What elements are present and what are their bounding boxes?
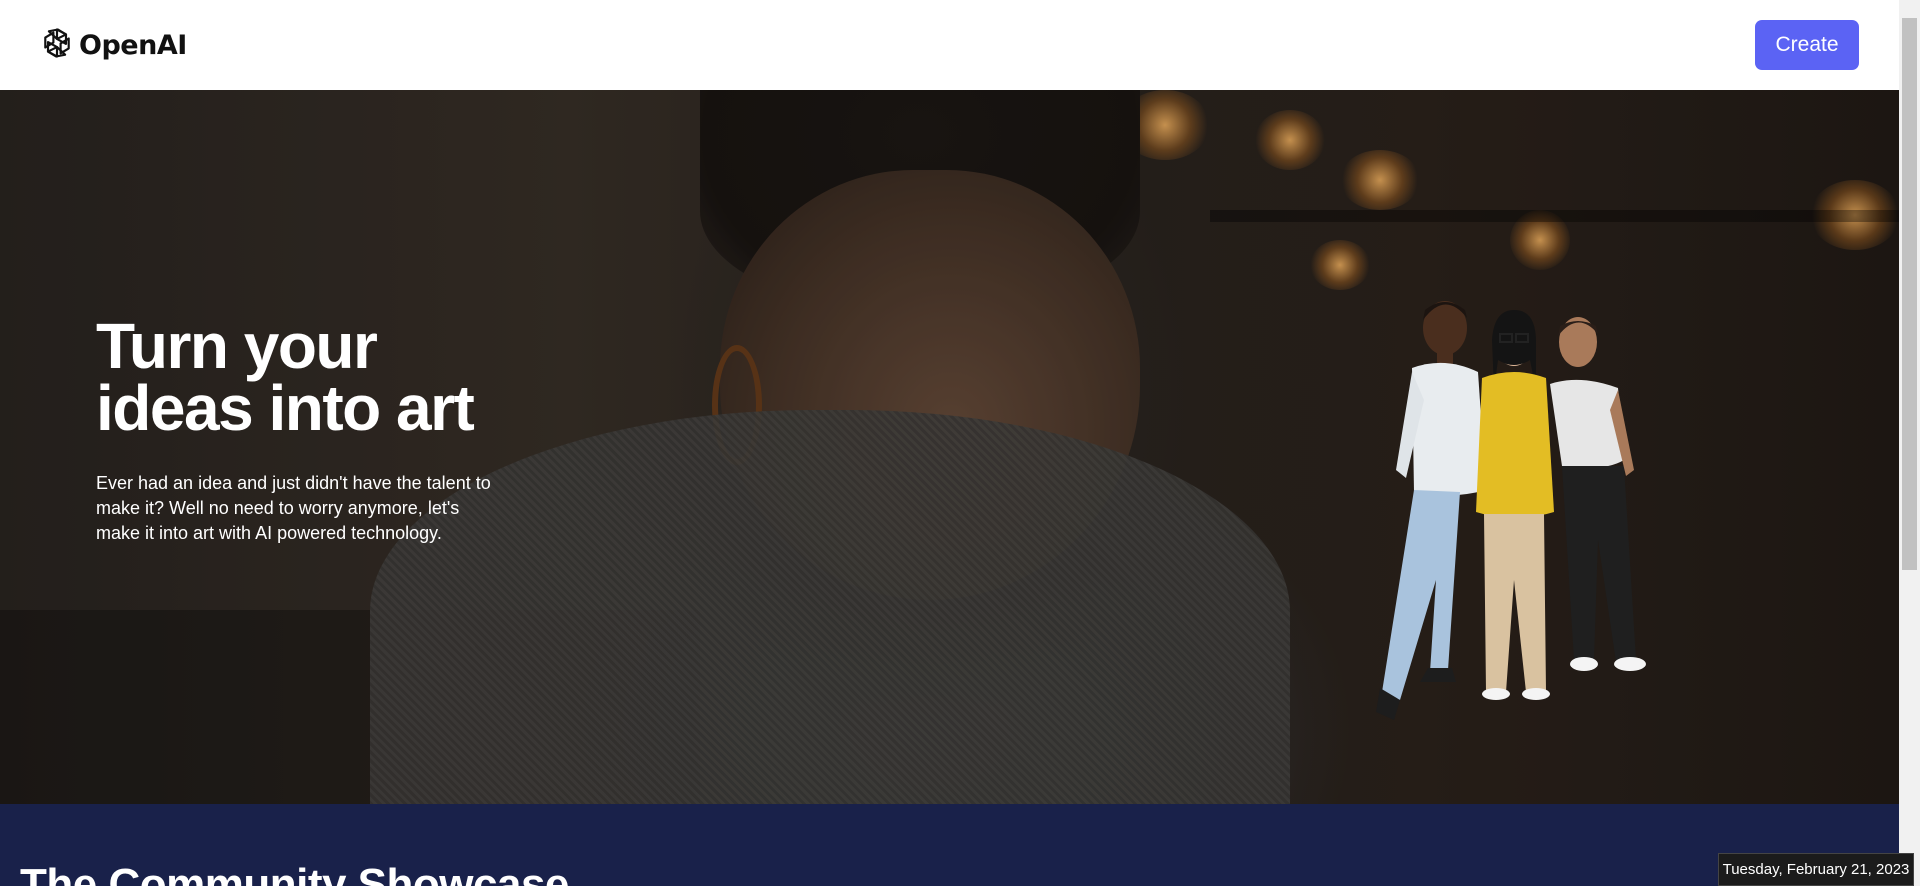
page: OpenAI Create Turn your ideas into art E… xyxy=(0,0,1920,886)
openai-logo-icon xyxy=(39,25,75,66)
community-showcase-section: The Community Showcase xyxy=(0,804,1899,886)
create-button[interactable]: Create xyxy=(1755,20,1859,70)
site-header: OpenAI Create xyxy=(0,0,1899,90)
figure-right xyxy=(1550,317,1646,671)
brand-name: OpenAI xyxy=(79,29,187,61)
brand-logo[interactable]: OpenAI xyxy=(39,25,187,66)
scrollbar-thumb[interactable] xyxy=(1902,18,1917,570)
people-illustration xyxy=(1376,301,1646,720)
figure-middle xyxy=(1476,310,1554,700)
hero-section: Turn your ideas into art Ever had an ide… xyxy=(0,90,1899,804)
hero-description: Ever had an idea and just didn't have th… xyxy=(96,473,491,543)
showcase-title: The Community Showcase xyxy=(20,860,569,886)
figure-left xyxy=(1376,301,1486,720)
hero-title: Turn your ideas into art xyxy=(96,310,475,444)
date-tooltip: Tuesday, February 21, 2023 xyxy=(1718,853,1914,886)
hero-text: Turn your ideas into art Ever had an ide… xyxy=(96,310,536,546)
